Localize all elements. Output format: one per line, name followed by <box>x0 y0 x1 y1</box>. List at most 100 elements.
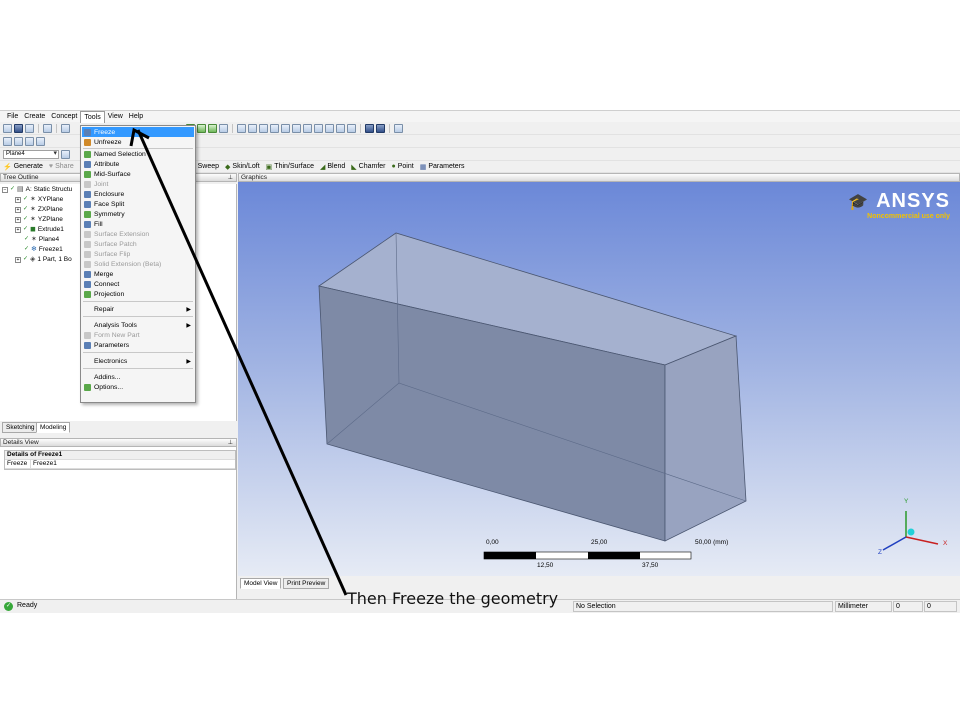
previous-view-icon[interactable] <box>325 124 334 133</box>
menu-item-connect[interactable]: Connect <box>82 279 194 289</box>
menu-item-projection[interactable]: Projection <box>82 289 194 299</box>
units-status[interactable]: Millimeter <box>835 601 892 612</box>
tree-node-xyplane[interactable]: + ✓ ✶ XYPlane <box>15 195 63 204</box>
zoom-icon[interactable] <box>259 124 268 133</box>
pin-icon[interactable]: ⊥ <box>228 439 233 447</box>
parameters-icon: ▦ <box>419 163 427 171</box>
tab-print-preview[interactable]: Print Preview <box>283 578 330 589</box>
menu-item-named-selection[interactable]: Named Selection <box>82 149 194 159</box>
pan-icon[interactable] <box>248 124 257 133</box>
expand-icon[interactable]: + <box>15 196 21 203</box>
menu-item-merge[interactable]: Merge <box>82 269 194 279</box>
tab-sketching[interactable]: Sketching <box>2 422 39 433</box>
named-selection-icon <box>84 150 91 158</box>
select-edge-icon[interactable] <box>197 124 206 133</box>
box-zoom-icon[interactable] <box>292 124 301 133</box>
details-row[interactable]: Freeze Freeze1 <box>5 460 235 469</box>
menu-item-repair[interactable]: Repair ▶ <box>82 304 194 314</box>
menu-item-label: Options... <box>94 383 124 391</box>
graphics-panel: Graphics 🎓 ANSYS Noncommercial use only <box>238 173 960 599</box>
menu-item-enclosure[interactable]: Enclosure <box>82 189 194 199</box>
expand-icon[interactable]: + <box>15 216 21 223</box>
plane-icon[interactable] <box>3 137 12 146</box>
screenshot-icon[interactable] <box>43 124 52 133</box>
display-edges-icon[interactable] <box>365 124 374 133</box>
menu-concept[interactable]: Concept <box>48 111 80 122</box>
extrude-icon: ◼ <box>30 226 36 233</box>
freeze-icon <box>84 128 91 136</box>
parameters-button[interactable]: ▦ Parameters <box>420 163 465 171</box>
chamfer-button[interactable]: ◣ Chamfer <box>351 163 385 171</box>
plane-select[interactable]: Plane4 <box>3 150 59 159</box>
collapse-icon[interactable]: − <box>2 186 8 193</box>
details-view: Details of Freeze1 Freeze Freeze1 <box>0 447 237 599</box>
parameters-label: Parameters <box>428 163 465 170</box>
export-icon[interactable] <box>25 124 34 133</box>
menu-item-freeze[interactable]: Freeze <box>82 127 194 137</box>
graphics-viewport[interactable]: 🎓 ANSYS Noncommercial use only 0,00 25,0… <box>238 182 960 576</box>
menu-item-analysis-tools[interactable]: Analysis Tools ▶ <box>82 320 194 330</box>
details-row-value[interactable]: Freeze1 <box>31 460 235 468</box>
part-icon: ◈ <box>30 256 36 263</box>
tree-node-extrude1[interactable]: + ✓ ◼ Extrude1 <box>15 225 64 234</box>
menu-item-attribute[interactable]: Attribute <box>82 159 194 169</box>
tree-node-zxplane[interactable]: + ✓ ✶ ZXPlane <box>15 205 63 214</box>
plane-options-icon[interactable] <box>61 150 70 159</box>
magnifier-icon[interactable] <box>314 124 323 133</box>
menu-item-label: Enclosure <box>94 190 125 198</box>
tree-node-parts[interactable]: + ✓ ◈ 1 Part, 1 Bo <box>15 255 72 264</box>
menu-item-symmetry[interactable]: Symmetry <box>82 209 194 219</box>
thin-surface-icon: ▣ <box>265 163 273 171</box>
save-icon[interactable] <box>14 124 23 133</box>
menu-view[interactable]: View <box>105 111 126 122</box>
menu-item-label: Surface Flip <box>94 250 131 258</box>
tree-node-yzplane[interactable]: + ✓ ✶ YZPlane <box>15 215 63 224</box>
menu-item-fill[interactable]: Fill <box>82 219 194 229</box>
share-button[interactable]: ♥ Share <box>49 163 74 170</box>
parameters-icon <box>84 341 91 349</box>
thin-surface-button[interactable]: ▣ Thin/Surface <box>266 163 314 171</box>
blend-button[interactable]: ◢ Blend <box>320 163 345 171</box>
point-button[interactable]: ● Point <box>392 163 414 170</box>
menu-item-face-split[interactable]: Face Split <box>82 199 194 209</box>
new-icon[interactable] <box>3 124 12 133</box>
select-mode-icon[interactable] <box>219 124 228 133</box>
menu-tools[interactable]: Tools <box>80 110 105 123</box>
menu-item-electronics[interactable]: Electronics ▶ <box>82 356 194 366</box>
skin-loft-button[interactable]: ◆ Skin/Loft <box>225 163 260 171</box>
pin-icon[interactable]: ⊥ <box>228 174 233 182</box>
undo-icon[interactable] <box>61 124 70 133</box>
rotate-icon[interactable] <box>237 124 246 133</box>
tab-model-view[interactable]: Model View <box>240 578 282 589</box>
expand-icon[interactable]: + <box>15 206 21 213</box>
menu-create[interactable]: Create <box>21 111 48 122</box>
new-sketch-icon[interactable] <box>25 137 34 146</box>
tree-node-root[interactable]: − ✓ ▤ A: Static Structu <box>2 185 72 194</box>
tree-node-plane4[interactable]: ✓ ✶ Plane4 <box>24 235 59 244</box>
menu-item-parameters[interactable]: Parameters <box>82 340 194 350</box>
box-side-face[interactable] <box>664 335 747 542</box>
menu-item-addins[interactable]: Addins... <box>82 372 194 382</box>
tree-outline-title: Tree Outline <box>3 174 39 181</box>
tree-node-freeze1[interactable]: ✓ ❄ Freeze1 <box>24 245 63 254</box>
menu-item-mid-surface[interactable]: Mid-Surface <box>82 169 194 179</box>
expand-icon[interactable]: + <box>15 226 21 233</box>
zoom-in-icon[interactable] <box>270 124 279 133</box>
display-model-icon[interactable] <box>347 124 356 133</box>
sketch-icon[interactable] <box>36 137 45 146</box>
menu-item-options[interactable]: Options... <box>82 382 194 392</box>
menu-file[interactable]: File <box>4 111 21 122</box>
menu-item-unfreeze[interactable]: Unfreeze <box>82 137 194 147</box>
tree-node-label: Plane4 <box>38 236 60 243</box>
isometric-view-icon[interactable] <box>336 124 345 133</box>
tab-modeling[interactable]: Modeling <box>36 422 71 433</box>
zoom-fit-icon[interactable] <box>303 124 312 133</box>
look-at-icon[interactable] <box>394 124 403 133</box>
generate-button[interactable]: ⚡ Generate <box>3 163 43 171</box>
expand-icon[interactable]: + <box>15 256 21 263</box>
new-plane-icon[interactable] <box>14 137 23 146</box>
select-body-icon[interactable] <box>208 124 217 133</box>
menu-help[interactable]: Help <box>126 111 146 122</box>
zoom-out-icon[interactable] <box>281 124 290 133</box>
display-points-icon[interactable] <box>376 124 385 133</box>
